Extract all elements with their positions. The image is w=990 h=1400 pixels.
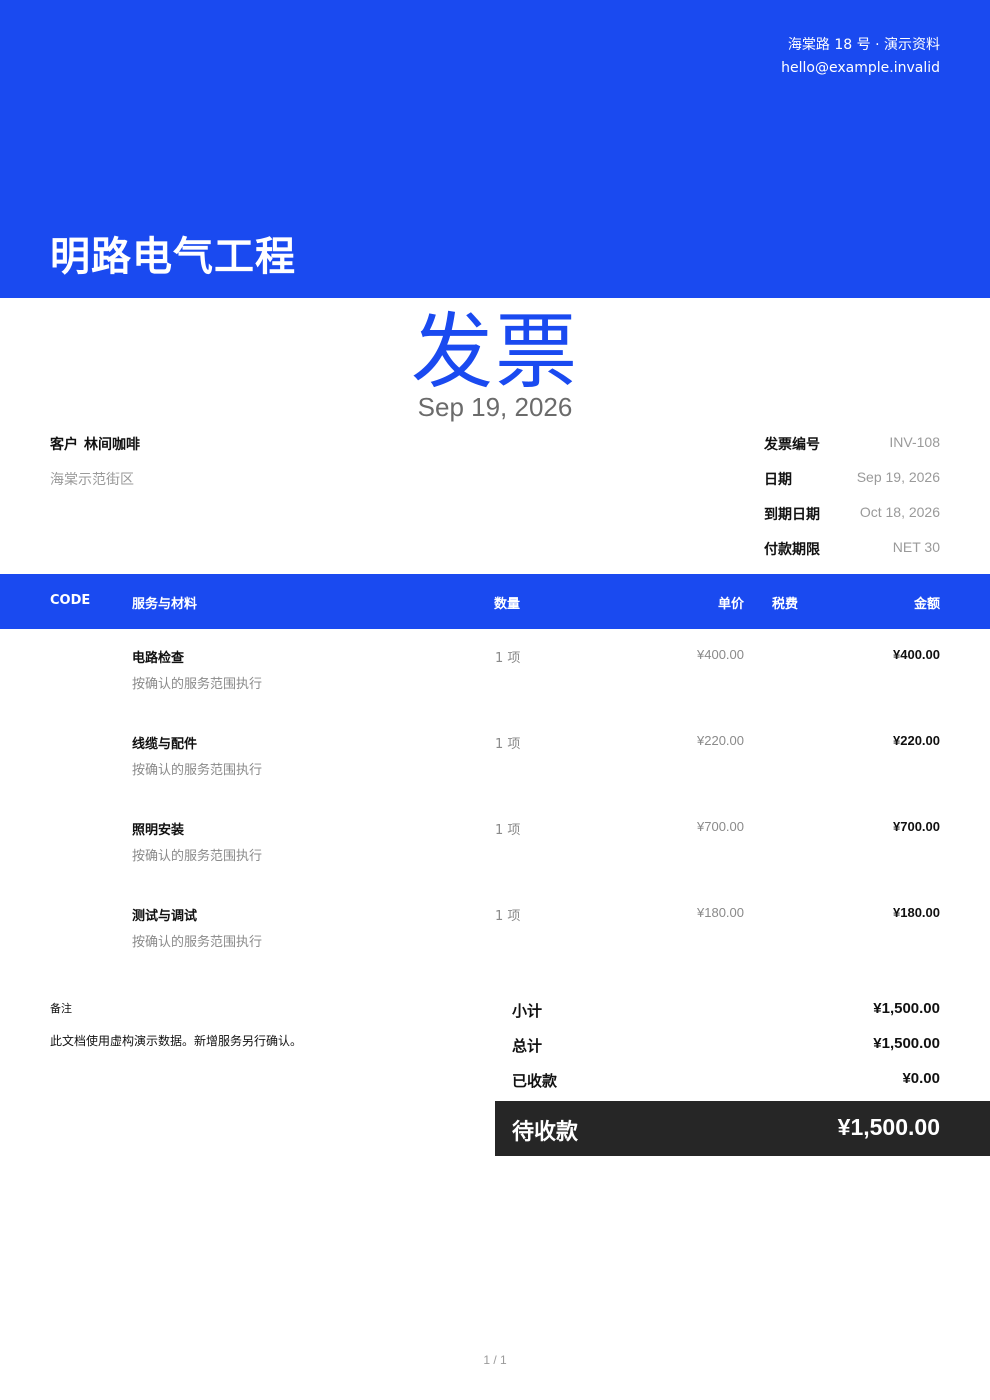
totals-row-paid: 已收款 ¥0.00 [512,1070,940,1105]
client-address: 海棠示范街区 [50,472,134,488]
company-contact: 海棠路 18 号 · 演示资料 hello@example.invalid [781,34,940,80]
totals-block: 小计 ¥1,500.00 总计 ¥1,500.00 已收款 ¥0.00 [512,1000,940,1105]
item-name: 线缆与配件 [132,737,198,752]
item-name: 电路检查 [132,651,185,666]
totals-row-total: 总计 ¥1,500.00 [512,1035,940,1070]
totals-label: 总计 [512,1037,543,1055]
table-row: 线缆与配件 按确认的服务范围执行 1 项 ¥220.00 ¥220.00 [0,715,990,801]
totals-label: 已收款 [512,1072,558,1090]
client-block: 客户 林间咖啡 海棠示范街区 [50,434,140,489]
column-header-tax: 税费 [772,597,799,612]
meta-label: 发票编号 [764,437,820,453]
table-header: CODE 服务与材料 数量 单价 税费 金额 [0,574,990,629]
totals-value: ¥0.00 [902,1070,940,1087]
item-name: 测试与调试 [132,909,198,924]
item-name: 照明安装 [132,823,185,838]
item-qty: 1 项 [495,651,521,666]
item-qty: 1 项 [495,737,521,752]
totals-row-subtotal: 小计 ¥1,500.00 [512,1000,940,1035]
column-header-code: CODE [50,593,91,608]
company-name: 明路电气工程 [50,234,296,280]
item-amount: ¥180.00 [893,905,940,920]
column-header-amount: 金额 [913,597,940,612]
table-row: 电路检查 按确认的服务范围执行 1 项 ¥400.00 ¥400.00 [0,629,990,715]
meta-value: NET 30 [892,539,940,555]
company-address: 海棠路 18 号 · 演示资料 [787,37,940,53]
item-qty: 1 项 [495,909,521,924]
line-items: 电路检查 按确认的服务范围执行 1 项 ¥400.00 ¥400.00 线缆与配… [0,629,990,973]
item-amount: ¥220.00 [893,733,940,748]
item-unit-price: ¥700.00 [697,819,744,834]
item-description: 按确认的服务范围执行 [132,763,263,778]
company-email[interactable]: hello@example.invalid [781,57,940,80]
item-unit-price: ¥220.00 [697,733,744,748]
meta-label: 日期 [764,472,792,488]
totals-value: ¥1,500.00 [873,1035,940,1052]
meta-value: Oct 18, 2026 [859,504,940,520]
table-row: 照明安装 按确认的服务范围执行 1 项 ¥700.00 ¥700.00 [0,801,990,887]
column-header-qty: 数量 [494,597,521,612]
item-unit-price: ¥180.00 [697,905,744,920]
item-unit-price: ¥400.00 [697,647,744,662]
totals-label: 小计 [512,1002,543,1020]
meta-value: INV-108 [889,434,940,450]
item-qty: 1 项 [495,823,521,838]
meta-row-due-date: 到期日期 Oct 18, 2026 [764,504,940,539]
balance-due-value: ¥1,500.00 [837,1114,940,1140]
client-line: 客户 林间咖啡 [50,434,140,454]
document-date: Sep 19, 2026 [417,392,573,422]
page-number: 1 / 1 [483,1353,507,1367]
balance-due-label: 待收款 [512,1120,579,1145]
meta-value: Sep 19, 2026 [856,469,940,485]
client-label: 客户 [50,437,78,453]
meta-label: 到期日期 [764,507,820,523]
column-header-service: 服务与材料 [132,597,198,612]
meta-row-date: 日期 Sep 19, 2026 [764,469,940,504]
header-band: 海棠路 18 号 · 演示资料 hello@example.invalid 明路… [0,0,990,298]
item-amount: ¥400.00 [893,647,940,662]
notes-block: 备注 此文档使用虚构演示数据。新增服务另行确认。 [50,1000,302,1049]
item-amount: ¥700.00 [893,819,940,834]
document-title: 发票 [410,305,579,400]
item-description: 按确认的服务范围执行 [132,935,263,950]
notes-label: 备注 [50,1002,72,1015]
column-header-unit-price: 单价 [717,597,744,612]
meta-label: 付款期限 [764,542,820,558]
balance-due-bar: 待收款 ¥1,500.00 [495,1101,990,1156]
table-row: 测试与调试 按确认的服务范围执行 1 项 ¥180.00 ¥180.00 [0,887,990,973]
item-description: 按确认的服务范围执行 [132,677,263,692]
client-name: 林间咖啡 [84,437,140,453]
meta-row-payment-terms: 付款期限 NET 30 [764,539,940,574]
item-description: 按确认的服务范围执行 [132,849,263,864]
meta-row-invoice-number: 发票编号 INV-108 [764,434,940,469]
invoice-meta: 发票编号 INV-108 日期 Sep 19, 2026 到期日期 Oct 18… [764,434,940,574]
notes-text: 此文档使用虚构演示数据。新增服务另行确认。 [50,1034,303,1048]
totals-value: ¥1,500.00 [873,1000,940,1017]
